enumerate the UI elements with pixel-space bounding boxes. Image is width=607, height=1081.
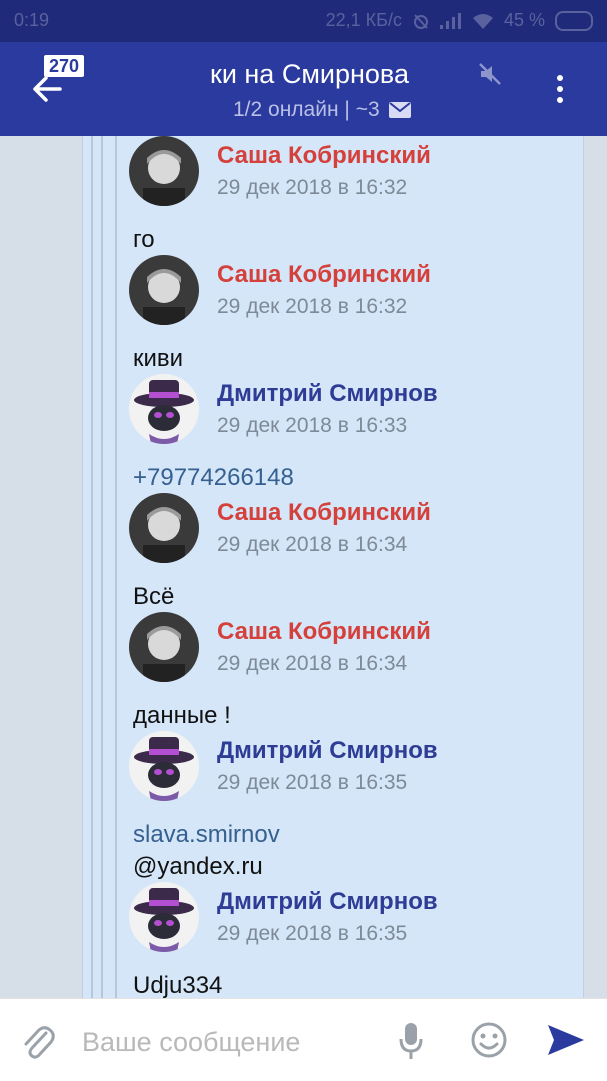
battery-percent: 45 % [503, 10, 545, 30]
status-bar: 0:19 22,1 КБ/с 45 % [0, 0, 607, 42]
signal-icon [439, 12, 461, 29]
battery-icon [555, 10, 593, 31]
message-text: данные ! [133, 702, 231, 729]
message-phone-link[interactable]: +79774266148 [133, 462, 294, 494]
network-speed: 22,1 КБ/с [325, 10, 402, 30]
thread-indent-lines [91, 136, 117, 998]
avatar[interactable] [129, 374, 199, 444]
message-author[interactable]: Дмитрий Смирнов [217, 737, 438, 765]
message-date: 29 дек 2018 в 16:32 [217, 176, 408, 199]
envelope-icon [388, 102, 411, 118]
more-vert-icon[interactable] [548, 72, 572, 106]
message-text: Всё [133, 583, 175, 610]
unread-badge: 270 [44, 55, 85, 77]
message-email-domain: @yandex.ru [133, 853, 263, 880]
message-text: Udju334 [133, 972, 223, 998]
message-date: 29 дек 2018 в 16:33 [217, 414, 408, 437]
avatar[interactable] [129, 612, 199, 682]
message-text: го [133, 226, 155, 253]
chat-subtitle: 1/2 онлайн | ~3 [233, 98, 412, 122]
send-icon[interactable] [546, 1021, 586, 1059]
app-bar: 270 ки на Смирнова 1/2 онлайн | ~3 [0, 42, 607, 136]
message-email-user[interactable]: slava.smirnov [133, 819, 280, 851]
back-arrow-icon[interactable] [30, 72, 64, 106]
message-author[interactable]: Саша Кобринский [217, 142, 431, 170]
message-date: 29 дек 2018 в 16:34 [217, 533, 408, 556]
avatar[interactable] [129, 493, 199, 563]
message-date: 29 дек 2018 в 16:34 [217, 652, 408, 675]
avatar[interactable] [129, 255, 199, 325]
avatar[interactable] [129, 882, 199, 952]
message-author[interactable]: Саша Кобринский [217, 618, 431, 646]
paperclip-icon[interactable] [20, 1021, 56, 1061]
message-text: киви [133, 345, 184, 372]
avatar[interactable] [129, 136, 199, 206]
wifi-icon [472, 13, 493, 29]
online-status: 1/2 онлайн | ~3 [233, 98, 380, 121]
status-right: 22,1 КБ/с 45 % [326, 10, 593, 31]
message-author[interactable]: Саша Кобринский [217, 499, 431, 527]
message-date: 29 дек 2018 в 16:35 [217, 771, 408, 794]
message-author[interactable]: Саша Кобринский [217, 261, 431, 289]
message-composer [0, 998, 607, 1081]
microphone-icon[interactable] [398, 1021, 424, 1061]
message-date: 29 дек 2018 в 16:32 [217, 295, 408, 318]
message-date: 29 дек 2018 в 16:35 [217, 922, 408, 945]
message-text: slava.smirnov @yandex.ru [133, 819, 280, 883]
message-thread[interactable]: Саша Кобринский 29 дек 2018 в 16:32 го С… [82, 136, 584, 998]
message-author[interactable]: Дмитрий Смирнов [217, 888, 438, 916]
message-input[interactable] [80, 1025, 384, 1059]
alarm-off-icon [413, 13, 428, 29]
emoji-icon[interactable] [470, 1021, 508, 1059]
message-author[interactable]: Дмитрий Смирнов [217, 380, 438, 408]
mute-icon [479, 63, 501, 85]
status-time: 0:19 [14, 10, 50, 30]
avatar[interactable] [129, 731, 199, 801]
